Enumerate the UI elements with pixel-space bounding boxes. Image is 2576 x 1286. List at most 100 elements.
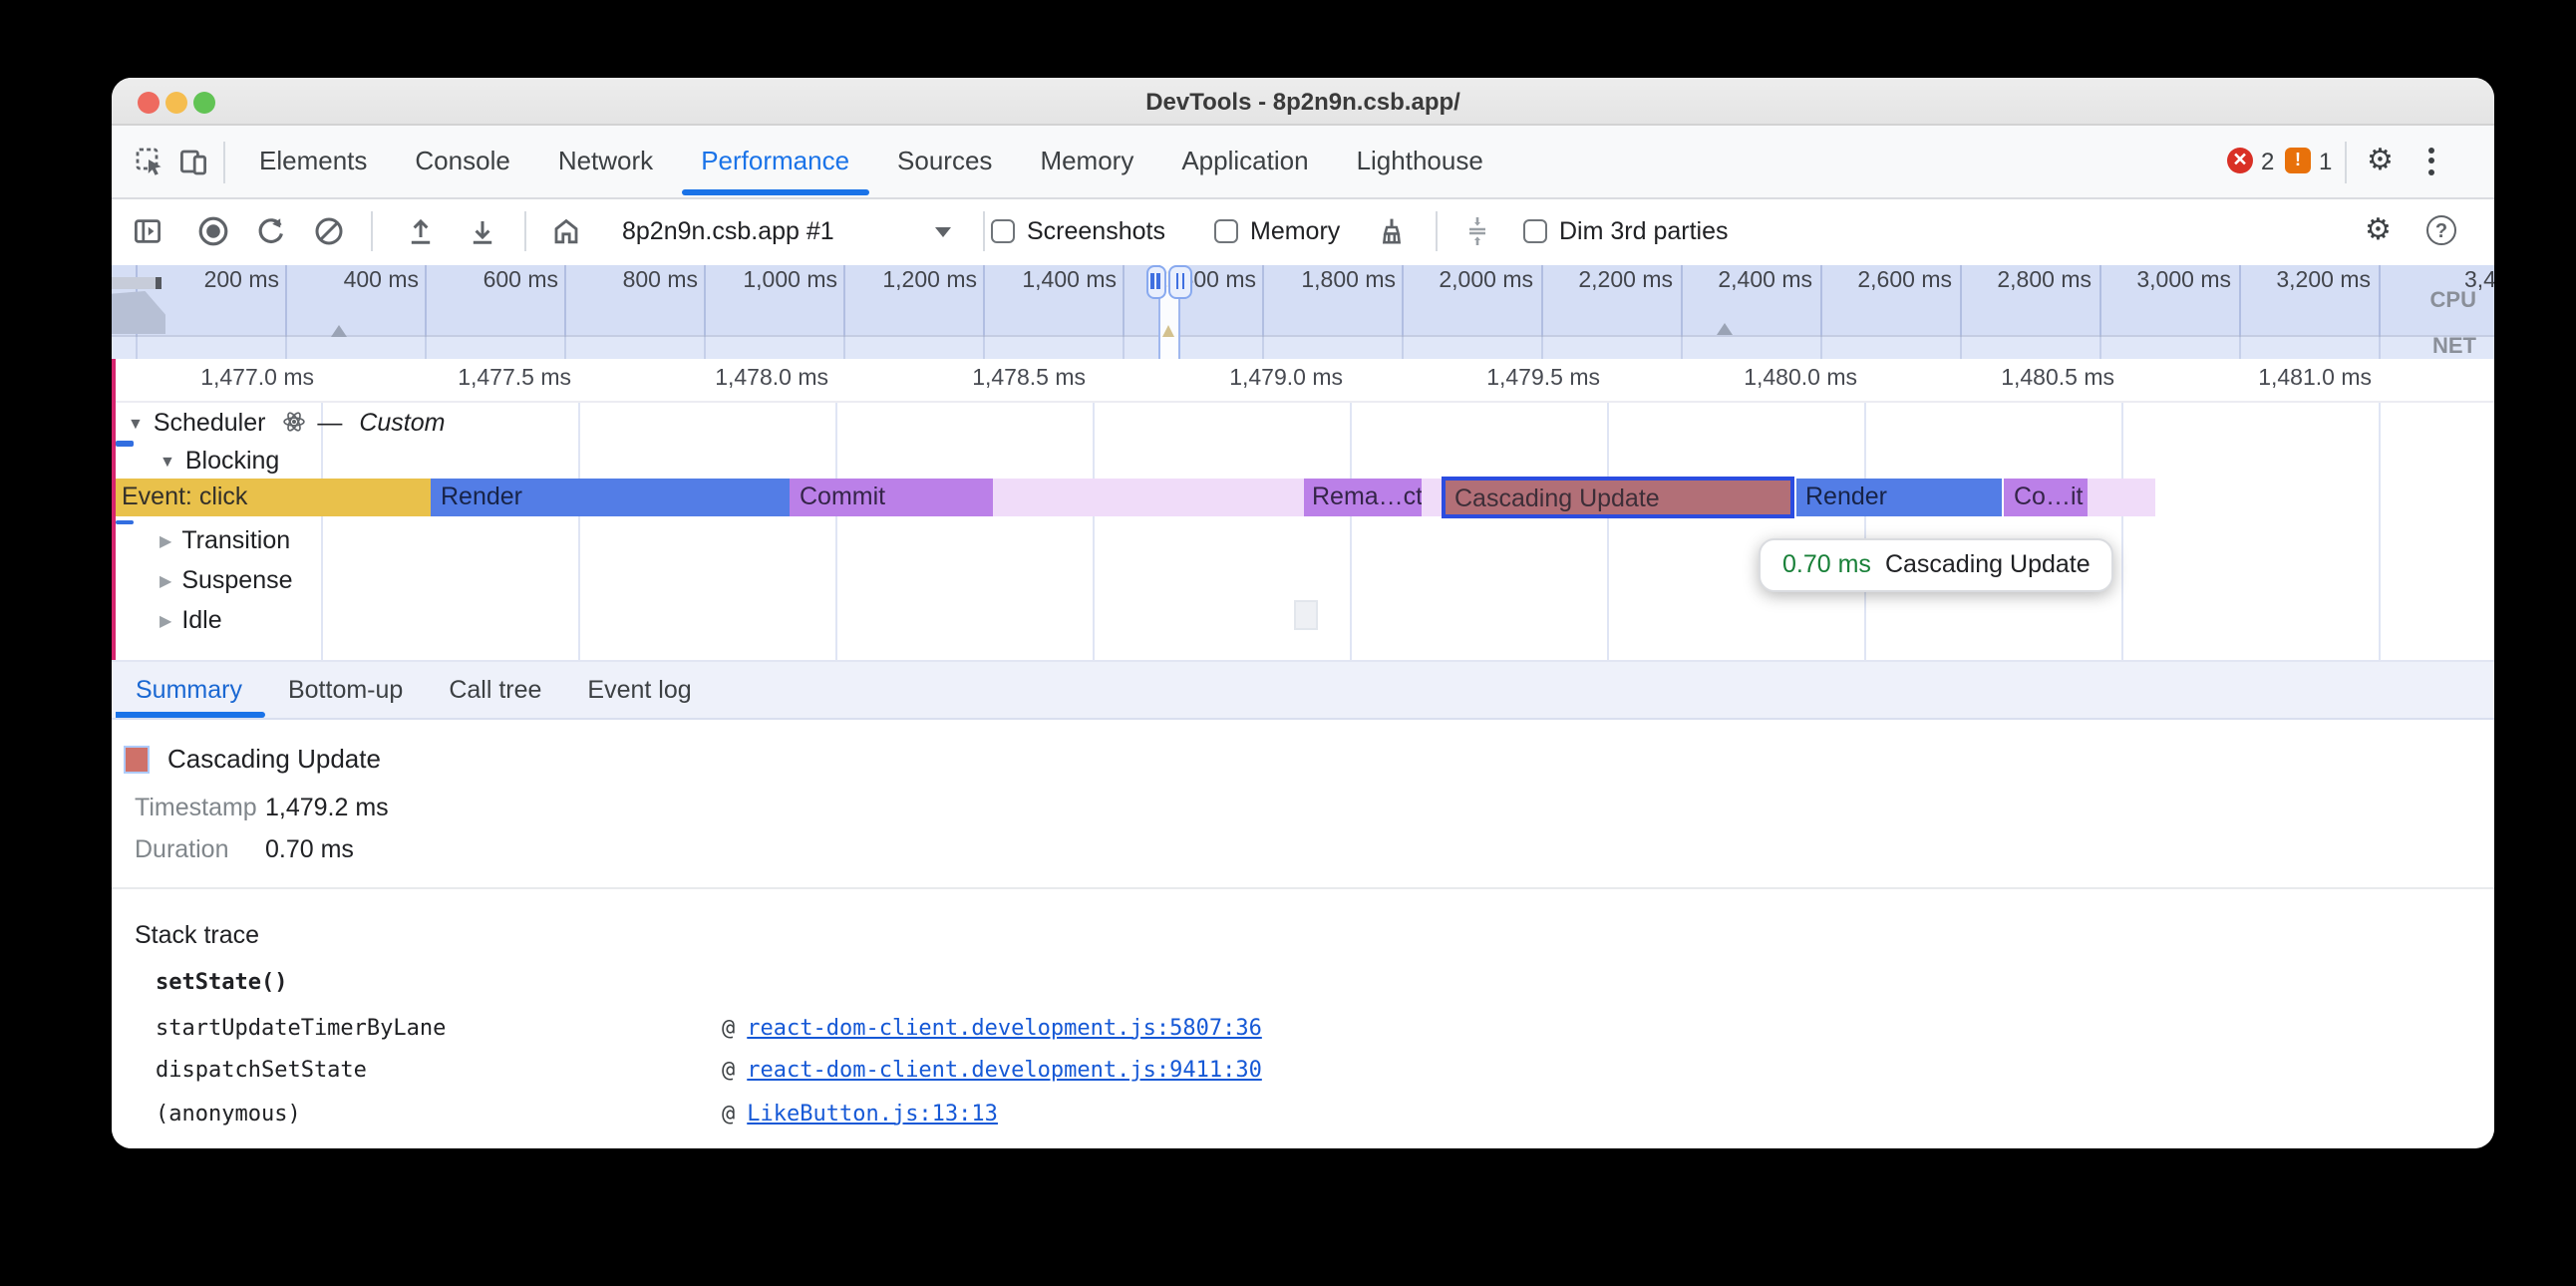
tab-call-tree[interactable]: Call tree	[449, 661, 541, 718]
warning-badge[interactable]: ! 1	[2285, 147, 2332, 174]
memory-label[interactable]: Memory	[1250, 199, 1340, 264]
timeline-overview[interactable]: 200 ms 400 ms 600 ms 800 ms 1,000 ms 1,2…	[112, 264, 2494, 359]
reload-record-icon[interactable]	[255, 215, 287, 257]
source-link[interactable]: react-dom-client.development.js:5807:36	[747, 1014, 1262, 1040]
panel-tabs: Elements Console Network Performance Sou…	[235, 125, 1507, 197]
detail-time-ruler[interactable]: 1,477.0 ms 1,477.5 ms 1,478.0 ms 1,478.5…	[112, 359, 2494, 403]
tab-performance[interactable]: Performance	[677, 125, 873, 197]
divider	[2345, 141, 2347, 182]
track-blocking-label: Blocking	[185, 447, 280, 475]
home-icon[interactable]	[550, 215, 582, 257]
flame-chart[interactable]: ▼Scheduler — Custom ▼Blocking Event: cli…	[112, 403, 2494, 659]
source-link[interactable]: react-dom-client.development.js:9411:30	[747, 1057, 1262, 1083]
tab-network[interactable]: Network	[534, 125, 677, 197]
selection-right-handle[interactable]	[1168, 264, 1192, 298]
stack-frame-function: dispatchSetState	[156, 1055, 367, 1085]
overview-marker	[331, 324, 347, 336]
ruler-tick: 1,479.0 ms	[1229, 367, 1343, 391]
tab-lighthouse[interactable]: Lighthouse	[1333, 125, 1507, 197]
flame-bar-remaining-effects[interactable]: Rema…cts	[1304, 479, 1421, 515]
device-toolbar-icon[interactable]	[177, 145, 209, 176]
clear-icon[interactable]	[313, 215, 345, 257]
capture-settings-gear-icon[interactable]: ⚙	[2365, 215, 2392, 247]
memory-checkbox[interactable]	[1214, 219, 1238, 243]
more-options-icon[interactable]	[2428, 147, 2436, 179]
timestamp-value: 1,479.2 ms	[265, 794, 389, 821]
record-icon[interactable]	[197, 215, 229, 257]
flame-bar-commit[interactable]: Co…it	[2004, 479, 2088, 515]
help-icon[interactable]: ?	[2426, 215, 2456, 245]
track-idle-label: Idle	[181, 606, 221, 634]
tab-memory[interactable]: Memory	[1016, 125, 1157, 197]
overview-tick: 1,400 ms	[1022, 268, 1117, 292]
flame-bar-filler[interactable]	[2088, 479, 2154, 515]
overview-tick: 600 ms	[483, 268, 558, 292]
download-profile-icon[interactable]	[467, 215, 498, 257]
toggle-sidebar-icon[interactable]	[132, 215, 163, 257]
divider	[524, 211, 526, 251]
tab-bottom-up[interactable]: Bottom-up	[288, 661, 403, 718]
upload-profile-icon[interactable]	[405, 215, 437, 257]
flame-bar-render[interactable]: Render	[431, 479, 789, 515]
flame-bar-render[interactable]: Render	[1795, 479, 2002, 515]
session-select[interactable]: 8p2n9n.csb.app #1	[622, 199, 834, 264]
track-scheduler[interactable]: ▼Scheduler — Custom	[128, 407, 446, 439]
tooltip-duration: 0.70 ms	[1782, 550, 1871, 578]
overview-tick: 3,000 ms	[2136, 268, 2231, 292]
duration-label: Duration	[135, 835, 229, 863]
overview-tick: 2,400 ms	[1718, 268, 1812, 292]
collect-garbage-icon[interactable]	[1376, 215, 1408, 257]
track-edge-indicator	[115, 441, 133, 446]
track-idle[interactable]: ▶Idle	[160, 604, 222, 636]
overview-activity-bar	[112, 277, 161, 288]
dim-3rd-parties-checkbox[interactable]	[1523, 219, 1547, 243]
dim-3rd-parties-label[interactable]: Dim 3rd parties	[1559, 199, 1729, 264]
flame-bar-commit[interactable]: Commit	[790, 479, 993, 515]
overview-tick: 2,600 ms	[1857, 268, 1952, 292]
ruler-tick: 1,478.0 ms	[715, 367, 828, 391]
chevron-down-icon[interactable]	[935, 227, 951, 237]
screenshots-label[interactable]: Screenshots	[1027, 199, 1165, 264]
timestamp-label: Timestamp	[135, 794, 257, 821]
track-scheduler-label: Scheduler	[154, 409, 266, 437]
flame-bar-filler[interactable]	[1421, 479, 1441, 515]
flame-bar-filler[interactable]	[993, 479, 1304, 515]
error-badge[interactable]: ✕ 2	[2227, 147, 2274, 174]
error-count: 2	[2261, 147, 2274, 174]
net-lane-label: NET	[2432, 335, 2476, 359]
track-blocking[interactable]: ▼Blocking	[160, 445, 279, 477]
title-bar: DevTools - 8p2n9n.csb.app/	[112, 77, 2494, 125]
collapse-flame-icon[interactable]	[1461, 215, 1493, 257]
stack-frame-function: (anonymous)	[156, 1098, 301, 1127]
tab-sources[interactable]: Sources	[873, 125, 1016, 197]
divider	[983, 211, 985, 251]
screenshots-checkbox[interactable]	[991, 219, 1015, 243]
stack-frame: (anonymous) @ LikeButton.js:13:13	[112, 1098, 2494, 1127]
track-edge-indicator	[115, 519, 133, 524]
settings-gear-icon[interactable]: ⚙	[2367, 145, 2394, 176]
flame-bar-event-click[interactable]: Event: click	[112, 479, 430, 515]
tab-elements[interactable]: Elements	[235, 125, 391, 197]
track-suspense[interactable]: ▶Suspense	[160, 564, 293, 596]
track-transition-label: Transition	[181, 526, 290, 554]
ruler-tick: 1,479.5 ms	[1486, 367, 1600, 391]
tab-application[interactable]: Application	[1157, 125, 1332, 197]
tab-event-log[interactable]: Event log	[587, 661, 691, 718]
timeline-left-marker	[112, 359, 116, 659]
flame-bar-cascading-update-selected[interactable]: Cascading Update	[1441, 476, 1794, 518]
overview-tick: 400 ms	[344, 268, 419, 292]
overview-tick: 2,000 ms	[1439, 268, 1533, 292]
overview-marker	[1717, 322, 1733, 334]
track-transition[interactable]: ▶ Transition	[160, 524, 290, 556]
inspect-element-icon[interactable]	[134, 145, 165, 176]
selection-left-handle[interactable]	[1145, 264, 1165, 298]
ruler-tick: 1,477.0 ms	[200, 367, 314, 391]
stack-trace-title: Stack trace	[135, 921, 259, 949]
chevron-closed-icon: ▶	[160, 526, 171, 558]
overview-tick: 2,800 ms	[1997, 268, 2092, 292]
performance-toolbar: 8p2n9n.csb.app #1 Screenshots Memory Dim…	[112, 199, 2494, 264]
tab-console[interactable]: Console	[391, 125, 533, 197]
at-symbol: @	[722, 1100, 735, 1125]
tab-summary[interactable]: Summary	[136, 661, 242, 718]
source-link[interactable]: LikeButton.js:13:13	[747, 1100, 998, 1125]
